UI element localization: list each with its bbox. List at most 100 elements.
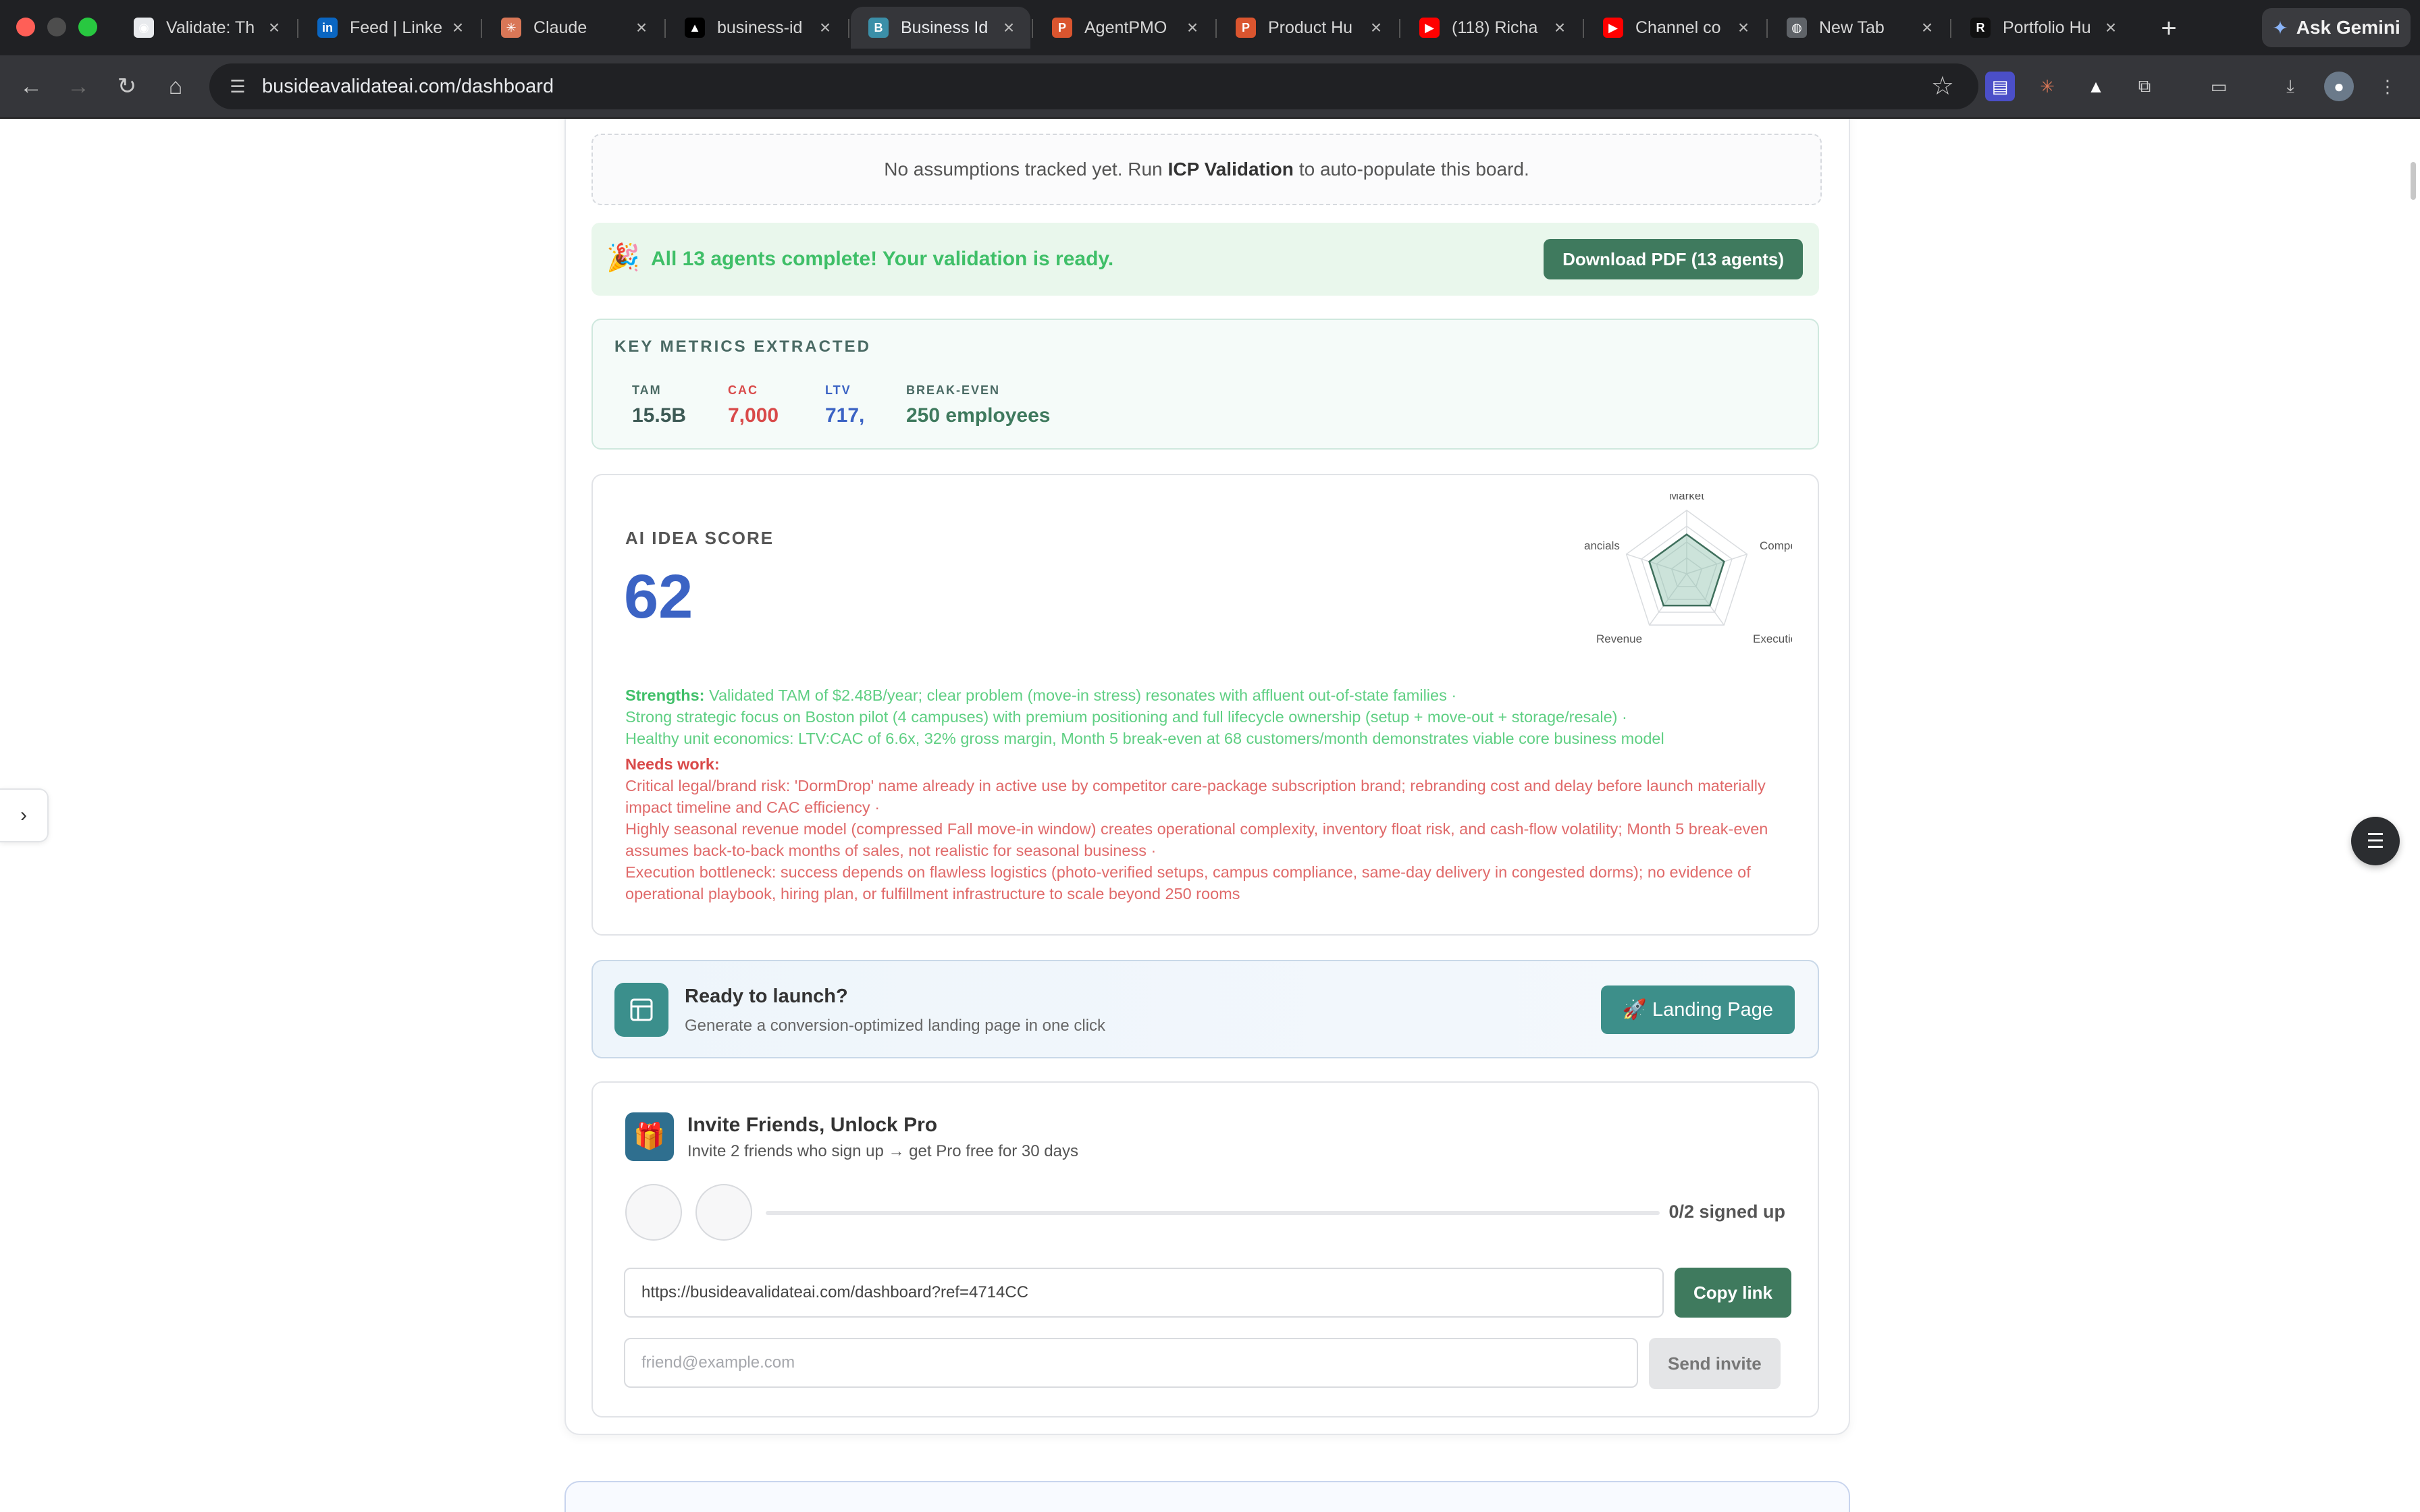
radar-axis-label: Market	[1669, 494, 1704, 502]
close-tab-icon[interactable]: ×	[1734, 17, 1753, 38]
invite-progress-track	[766, 1211, 1660, 1215]
close-tab-icon[interactable]: ×	[1183, 17, 1202, 38]
cast-icon[interactable]: ▭	[2204, 72, 2234, 101]
scrollbar-thumb[interactable]	[2411, 162, 2416, 200]
close-tab-icon[interactable]: ×	[1918, 17, 1937, 38]
gemini-icon: ✦	[2272, 17, 2288, 38]
tab-title: (118) Richa	[1452, 18, 1538, 37]
tab-separator	[1950, 19, 1951, 38]
tab-title: Portfolio Hu	[2003, 18, 2091, 37]
site-settings-icon[interactable]: ☰	[224, 73, 251, 100]
copy-link-button[interactable]: Copy link	[1675, 1268, 1792, 1318]
tab-separator	[1766, 19, 1768, 38]
metric-label: CAC	[728, 383, 758, 397]
tab-favicon-icon: P	[1052, 18, 1072, 38]
assumptions-text: No assumptions tracked yet. Run	[884, 159, 1163, 180]
tab-separator	[1583, 19, 1584, 38]
page-viewport: No assumptions tracked yet. Run ICP Vali…	[0, 119, 2420, 1512]
browser-tab[interactable]: ▶ (118) Richa ×	[1402, 7, 1581, 49]
home-icon[interactable]: ⌂	[159, 70, 192, 103]
url-text[interactable]: busideavalidateai.com/dashboard	[262, 63, 554, 109]
close-tab-icon[interactable]: ×	[2101, 17, 2120, 38]
ask-gemini-label: Ask Gemini	[2296, 17, 2400, 38]
forward-arrow-icon[interactable]: →	[62, 70, 95, 103]
download-icon[interactable]: ⤓	[2276, 72, 2305, 101]
strength-item: Validated TAM of $2.48B/year; clear prob…	[709, 686, 1457, 704]
party-popper-icon: 🎉	[606, 243, 640, 273]
invite-title: Invite Friends, Unlock Pro	[687, 1114, 938, 1136]
browser-tab[interactable]: ▲ business-id ×	[667, 7, 847, 49]
key-metrics-header: KEY METRICS EXTRACTED	[614, 338, 871, 356]
metric-value: 250 employees	[906, 404, 1051, 427]
reload-icon[interactable]: ↻	[111, 70, 143, 103]
browser-tab[interactable]: B Business Id ×	[851, 7, 1030, 49]
radar-axis-label: ancials	[1584, 539, 1620, 552]
sidebar-expand-button[interactable]: ›	[0, 788, 49, 842]
floating-menu-button[interactable]: ☰	[2351, 817, 2400, 865]
back-arrow-icon[interactable]: ←	[15, 70, 47, 103]
metric-value: 717,	[825, 404, 865, 427]
needs-work-item: Critical legal/brand risk: 'DormDrop' na…	[625, 777, 1766, 816]
tab-title: Product Hu	[1268, 18, 1353, 37]
vercel-extension-icon[interactable]: ▲	[2081, 72, 2111, 101]
metric-ltv: LTV 717,	[825, 383, 864, 427]
close-tab-icon[interactable]: ×	[816, 17, 835, 38]
tab-title: business-id	[717, 18, 803, 37]
assumptions-board-empty: No assumptions tracked yet. Run ICP Vali…	[591, 134, 1822, 205]
browser-tab[interactable]: P Product Hu ×	[1218, 7, 1398, 49]
metric-label: BREAK-EVEN	[906, 383, 1001, 397]
close-window-button[interactable]	[16, 18, 35, 36]
profile-avatar[interactable]: ●	[2324, 72, 2354, 101]
browser-tab[interactable]: ✳ Claude ×	[483, 7, 663, 49]
invite-slot-2	[695, 1184, 752, 1241]
minimize-window-button[interactable]	[47, 18, 66, 36]
browser-tab[interactable]: ◍ New Tab ×	[1769, 7, 1949, 49]
landing-page-button[interactable]: 🚀 Landing Page	[1600, 986, 1795, 1034]
friend-email-input[interactable]	[624, 1338, 1638, 1388]
score-value: 62	[624, 562, 693, 631]
metric-cac: CAC 7,000	[728, 383, 779, 427]
close-tab-icon[interactable]: ×	[448, 17, 467, 38]
completion-banner: 🎉 All 13 agents complete! Your validatio…	[591, 223, 1819, 296]
tab-favicon-icon: ▶	[1603, 18, 1623, 38]
menu-kebab-icon[interactable]: ⋮	[2373, 72, 2402, 101]
close-tab-icon[interactable]: ×	[1550, 17, 1569, 38]
address-bar[interactable]: ☰ busideavalidateai.com/dashboard ☆	[209, 63, 1978, 109]
extension-doc-icon[interactable]: ▤	[1985, 72, 2015, 101]
close-tab-icon[interactable]: ×	[1367, 17, 1386, 38]
icp-validation-link[interactable]: ICP Validation	[1168, 159, 1294, 180]
launch-subtitle: Generate a conversion-optimized landing …	[685, 1017, 1106, 1035]
browser-tab[interactable]: P AgentPMO ×	[1034, 7, 1214, 49]
ai-idea-score-panel: AI IDEA SCORE 62 Market Compe Execution Rev…	[591, 474, 1819, 936]
claude-extension-icon[interactable]: ✳	[2032, 72, 2062, 101]
ask-gemini-button[interactable]: ✦ Ask Gemini	[2262, 8, 2411, 47]
needs-work-label: Needs work:	[625, 755, 720, 773]
browser-tab[interactable]: R Portfolio Hu ×	[1953, 7, 2132, 49]
close-tab-icon[interactable]: ×	[632, 17, 651, 38]
extensions-puzzle-icon[interactable]: ⧉	[2130, 72, 2159, 101]
tab-title: AgentPMO	[1084, 18, 1167, 37]
tab-separator	[1399, 19, 1400, 38]
gift-icon: 🎁	[625, 1112, 674, 1161]
browser-tab[interactable]: ◉ Validate: Th ×	[116, 7, 296, 49]
referral-link-field[interactable]	[624, 1268, 1664, 1318]
browser-tab[interactable]: ▶ Channel co ×	[1585, 7, 1765, 49]
needs-work-item: Highly seasonal revenue model (compresse…	[625, 820, 1768, 859]
tab-separator	[848, 19, 849, 38]
close-tab-icon[interactable]: ×	[999, 17, 1018, 38]
assumptions-text-end: to auto-populate this board.	[1298, 159, 1529, 180]
bookmark-star-icon[interactable]: ☆	[1931, 70, 1954, 103]
send-invite-button[interactable]: Send invite	[1649, 1338, 1781, 1389]
key-metrics-panel: KEY METRICS EXTRACTED TAM 15.5B CAC 7,000 LT…	[591, 319, 1819, 450]
tab-favicon-icon: B	[868, 18, 889, 38]
browser-tab[interactable]: in Feed | Linke ×	[300, 7, 479, 49]
close-tab-icon[interactable]: ×	[265, 17, 284, 38]
tab-separator	[1215, 19, 1217, 38]
layout-icon	[614, 983, 668, 1037]
download-pdf-button[interactable]: Download PDF (13 agents)	[1544, 239, 1803, 279]
tab-separator	[297, 19, 298, 38]
browser-tab-bar: ◉ Validate: Th × in Feed | Linke × ✳ Claude × ▲ bu…	[0, 0, 2420, 55]
new-tab-button[interactable]: +	[2150, 9, 2188, 47]
metric-label: LTV	[825, 383, 851, 397]
zoom-window-button[interactable]	[78, 18, 97, 36]
